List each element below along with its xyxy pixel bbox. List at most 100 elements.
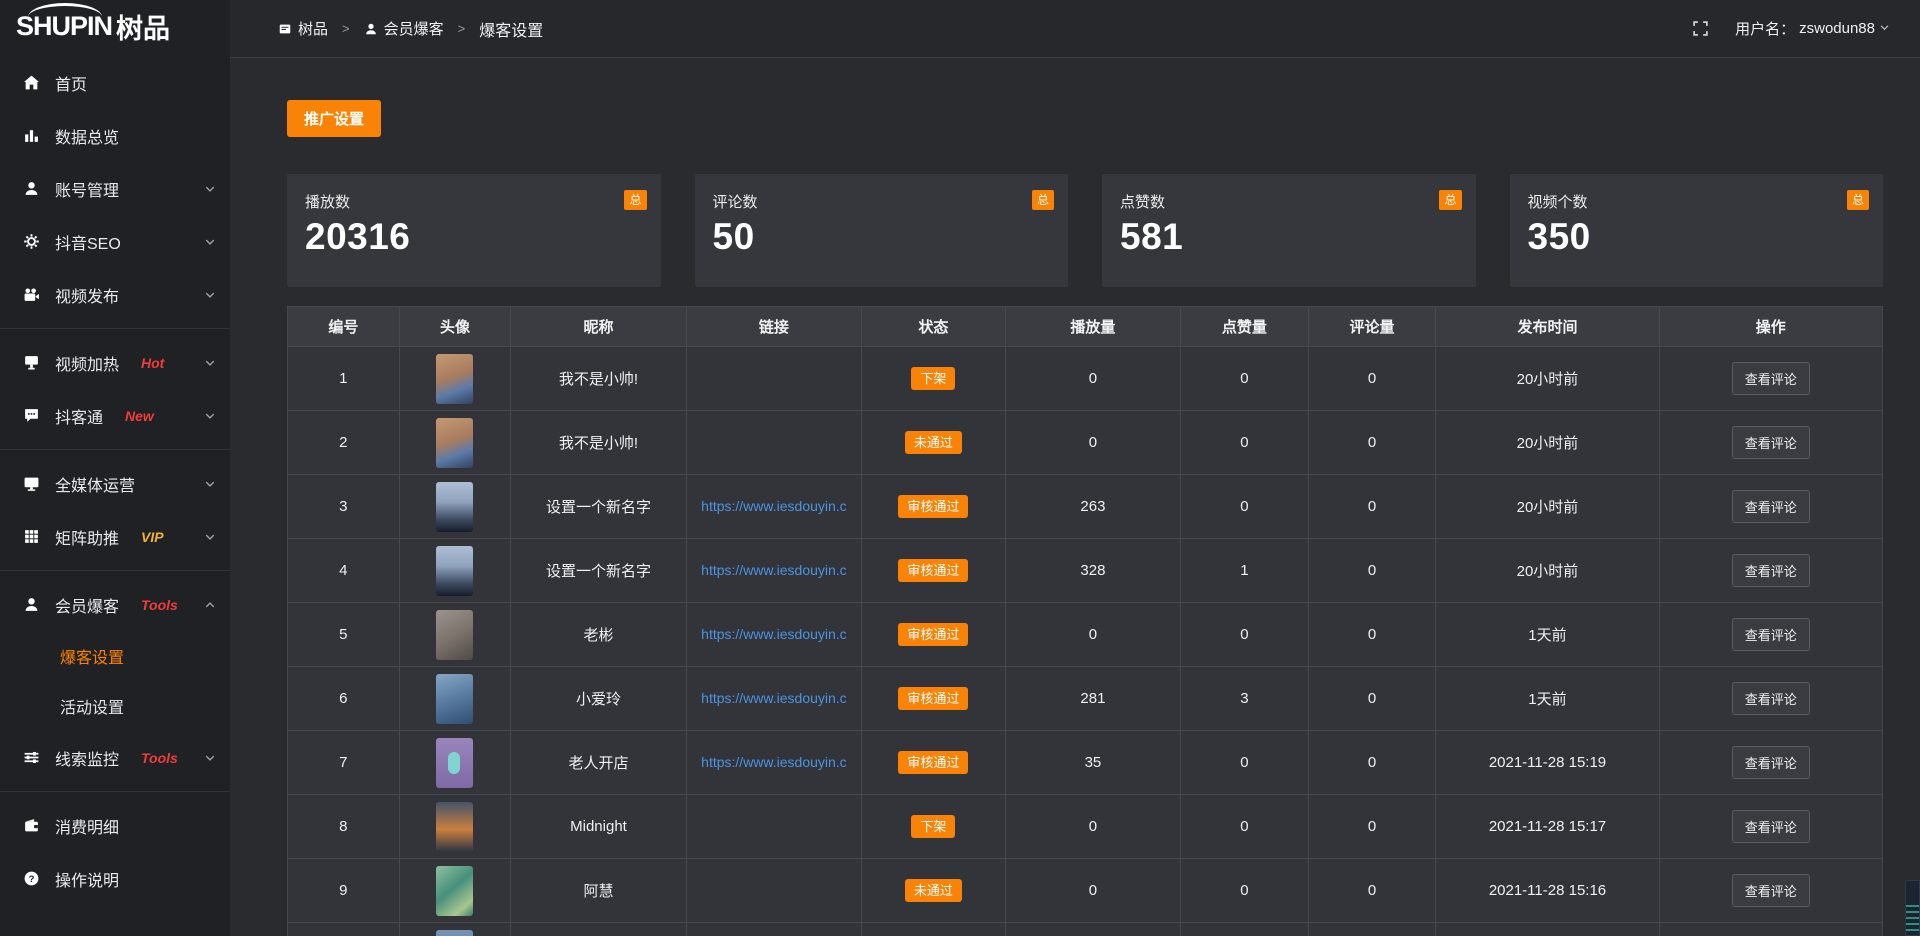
sidebar-item-视频发布[interactable]: 视频发布 <box>0 268 230 321</box>
stat-card-label: 评论数 <box>713 191 1051 212</box>
wallet-icon <box>22 817 40 835</box>
view-comments-button[interactable]: 查看评论 <box>1732 682 1810 715</box>
sidebar-submenu: 爆客设置活动设置 <box>0 631 230 731</box>
chevron-down-icon <box>204 357 216 369</box>
dashboard-icon <box>278 22 292 36</box>
status-badge: 审核通过 <box>898 687 968 710</box>
video-link[interactable]: https://www.iesdouyin.c <box>701 626 847 642</box>
sidebar-item-首页[interactable]: 首页 <box>0 56 230 109</box>
chevron-down-icon <box>1879 20 1890 37</box>
sidebar-item-数据总览[interactable]: 数据总览 <box>0 109 230 162</box>
cell-no: 8 <box>288 795 400 859</box>
status-badge: 审核通过 <box>898 559 968 582</box>
cell-avatar <box>399 731 511 795</box>
cell-plays: 328 <box>1005 539 1180 603</box>
view-comments-button[interactable]: 查看评论 <box>1732 746 1810 779</box>
video-link[interactable]: https://www.iesdouyin.c <box>701 690 847 706</box>
avatar <box>436 930 473 936</box>
cell-plays: 263 <box>1005 475 1180 539</box>
grid-icon <box>22 528 40 546</box>
app-logo[interactable]: SHUPIN 树品 <box>0 0 230 52</box>
promo-settings-button[interactable]: 推广设置 <box>287 100 381 137</box>
sidebar-subitem-爆客设置[interactable]: 爆客设置 <box>0 631 230 681</box>
cell-action: 查看评论 <box>1659 859 1882 923</box>
sidebar-item-tag: New <box>125 408 154 424</box>
bar-chart-icon <box>22 127 40 145</box>
avatar <box>436 482 473 532</box>
sidebar-item-消费明细[interactable]: 消费明细 <box>0 799 230 852</box>
sidebar-item-操作说明[interactable]: ?操作说明 <box>0 852 230 905</box>
cell-nickname: 小爱玲 <box>511 667 686 731</box>
cell-status: 下架 <box>862 795 1006 859</box>
sidebar-item-抖客通[interactable]: 抖客通New <box>0 389 230 442</box>
cell-avatar <box>399 475 511 539</box>
cell-comments: 0 <box>1308 475 1436 539</box>
avatar <box>436 866 473 916</box>
cell-status <box>862 923 1006 936</box>
fullscreen-icon[interactable] <box>1692 20 1709 37</box>
user-menu[interactable]: 用户名：zswodun88 <box>1735 18 1890 39</box>
column-header-评论量: 评论量 <box>1308 307 1436 347</box>
sidebar-item-label: 抖音SEO <box>55 230 121 254</box>
avatar <box>436 354 473 404</box>
column-header-状态: 状态 <box>862 307 1006 347</box>
cell-comments: 0 <box>1308 347 1436 411</box>
breadcrumb-item-树品[interactable]: 树品 <box>278 18 328 39</box>
video-link[interactable]: https://www.iesdouyin.c <box>701 498 847 514</box>
sidebar-divider <box>0 791 230 792</box>
table-row: 5老彬https://www.iesdouyin.c审核通过0001天前查看评论 <box>288 603 1883 667</box>
column-header-编号: 编号 <box>288 307 400 347</box>
breadcrumb-label: 树品 <box>298 18 328 39</box>
sidebar-item-矩阵助推[interactable]: 矩阵助推VIP <box>0 510 230 563</box>
sidebar-item-label: 会员爆客 <box>55 593 119 617</box>
cell-nickname: 设置一个新名字 <box>511 539 686 603</box>
cell-plays: 0 <box>1005 347 1180 411</box>
sidebar-subitem-活动设置[interactable]: 活动设置 <box>0 681 230 731</box>
sidebar-item-会员爆客[interactable]: 会员爆客Tools <box>0 578 230 631</box>
view-comments-button[interactable]: 查看评论 <box>1732 618 1810 651</box>
view-comments-button[interactable]: 查看评论 <box>1732 490 1810 523</box>
cell-plays: 0 <box>1005 859 1180 923</box>
cell-action: 查看评论 <box>1659 795 1882 859</box>
cell-nickname <box>511 923 686 936</box>
sidebar-item-tag: Hot <box>141 355 164 371</box>
cell-likes: 0 <box>1181 475 1309 539</box>
sidebar-item-抖音SEO[interactable]: 抖音SEO <box>0 215 230 268</box>
breadcrumb-item-会员爆客[interactable]: 会员爆客 <box>364 18 444 39</box>
cell-no: 7 <box>288 731 400 795</box>
video-link[interactable]: https://www.iesdouyin.c <box>701 754 847 770</box>
cell-action <box>1659 923 1882 936</box>
chat-icon <box>22 407 40 425</box>
floating-widget[interactable] <box>1905 880 1920 936</box>
view-comments-button[interactable]: 查看评论 <box>1732 874 1810 907</box>
video-link[interactable]: https://www.iesdouyin.c <box>701 562 847 578</box>
cell-time: 20小时前 <box>1436 475 1659 539</box>
breadcrumb-label: 爆客设置 <box>479 17 543 41</box>
view-comments-button[interactable]: 查看评论 <box>1732 810 1810 843</box>
total-badge: 总 <box>1439 190 1461 210</box>
table-row: 8Midnight下架0002021-11-28 15:17查看评论 <box>288 795 1883 859</box>
sidebar-item-账号管理[interactable]: 账号管理 <box>0 162 230 215</box>
sidebar-item-视频加热[interactable]: 视频加热Hot <box>0 336 230 389</box>
cell-action: 查看评论 <box>1659 731 1882 795</box>
username-label: 用户名： <box>1735 18 1795 39</box>
sidebar-item-label: 线索监控 <box>55 746 119 770</box>
sidebar-item-全媒体运营[interactable]: 全媒体运营 <box>0 457 230 510</box>
cell-comments: 0 <box>1308 795 1436 859</box>
cell-action: 查看评论 <box>1659 539 1882 603</box>
sidebar-item-label: 视频发布 <box>55 283 119 307</box>
view-comments-button[interactable]: 查看评论 <box>1732 554 1810 587</box>
sidebar-item-label: 消费明细 <box>55 814 119 838</box>
cell-comments <box>1308 923 1436 936</box>
chevron-down-icon <box>204 752 216 764</box>
view-comments-button[interactable]: 查看评论 <box>1732 362 1810 395</box>
sidebar-item-线索监控[interactable]: 线索监控Tools <box>0 731 230 784</box>
topbar-right: 用户名：zswodun88 <box>1692 18 1890 39</box>
view-comments-button[interactable]: 查看评论 <box>1732 426 1810 459</box>
breadcrumb-label: 会员爆客 <box>384 18 444 39</box>
table-row <box>288 923 1883 936</box>
cell-link: https://www.iesdouyin.c <box>686 603 861 667</box>
cell-comments: 0 <box>1308 539 1436 603</box>
breadcrumb-item-爆客设置: 爆客设置 <box>479 17 543 41</box>
total-badge: 总 <box>1847 190 1869 210</box>
